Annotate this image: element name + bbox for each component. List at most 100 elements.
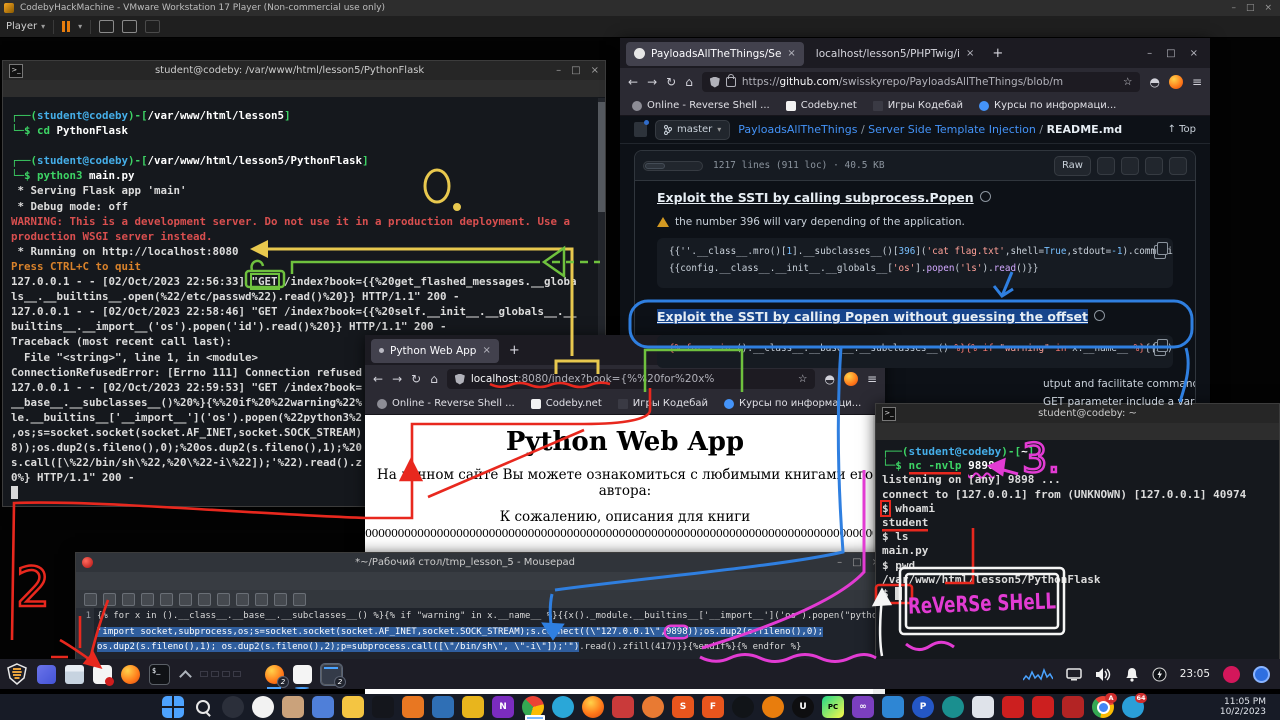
suspend-vm-button[interactable] (62, 21, 70, 32)
suspend-dropdown-icon[interactable]: ▾ (78, 22, 82, 31)
app-red-tool[interactable] (612, 696, 634, 718)
maximize-button[interactable]: □ (571, 65, 580, 76)
app-edge[interactable] (552, 696, 574, 718)
breadcrumb[interactable]: PayloadsAllTheThings / Server Side Templ… (738, 123, 1122, 136)
workspace-button[interactable] (233, 671, 241, 677)
branch-selector[interactable]: master▾ (655, 120, 730, 140)
toolbar-icon[interactable] (84, 593, 97, 606)
fullscreen-icon[interactable] (122, 20, 137, 33)
reload-icon[interactable]: ↻ (411, 372, 421, 386)
terminal-output[interactable]: ┌──(student@codeby)-[~]└─$ nc -nvlp 9898… (875, 440, 1280, 661)
minimize-button[interactable]: – (1147, 48, 1152, 59)
code-block-popen[interactable]: {% for x in ().__class__.__base__.__subc… (657, 335, 1173, 368)
url-bar[interactable]: https://github.com/swisskyrepo/PayloadsA… (702, 72, 1141, 92)
app-firefox[interactable] (582, 696, 604, 718)
minimize-button[interactable]: – (837, 557, 842, 568)
mousepad-titlebar[interactable]: *~/Рабочий стол/tmp_lesson_5 - Mousepad … (75, 552, 887, 572)
app-orange-f[interactable]: F (702, 696, 724, 718)
app-unreal[interactable]: U (792, 696, 814, 718)
anchor-link-icon[interactable] (980, 191, 991, 202)
app-file-explorer[interactable] (342, 696, 364, 718)
app-unity[interactable] (732, 696, 754, 718)
app-chrome-profile[interactable]: A (1092, 696, 1114, 718)
terminal-titlebar[interactable]: >_ student@codeby: /var/www/html/lesson5… (2, 60, 606, 80)
tracking-shield-icon[interactable] (455, 374, 465, 385)
taskbar-start-button[interactable] (162, 696, 184, 718)
kali-clock[interactable]: 23:05 (1180, 668, 1210, 680)
back-icon[interactable]: ← (628, 75, 638, 89)
taskbar-search-button[interactable] (192, 696, 214, 718)
maximize-button[interactable]: □ (852, 557, 861, 568)
bookmark-item[interactable]: Online - Reverse Shell ... (377, 398, 515, 409)
player-menu[interactable]: Player▾ (6, 21, 45, 32)
firefox-launcher-icon[interactable] (121, 665, 140, 684)
app-menu-icon[interactable]: ≡ (1192, 75, 1202, 89)
view-tab[interactable] (665, 164, 683, 168)
app-pycharm[interactable]: PC (822, 696, 844, 718)
copy-raw-icon[interactable] (1097, 157, 1115, 175)
app-carrot[interactable] (642, 696, 664, 718)
copy-code-icon[interactable] (1154, 342, 1166, 356)
workspace-button[interactable] (222, 671, 230, 677)
back-icon[interactable]: ← (373, 372, 383, 386)
app-virtualbox[interactable] (432, 696, 454, 718)
forward-icon[interactable]: → (392, 372, 402, 386)
vmware-minimize-button[interactable]: – (1231, 3, 1236, 13)
toolbar-icon[interactable] (293, 593, 306, 606)
app-visual-studio[interactable]: ∞ (852, 696, 874, 718)
app-chrome[interactable] (522, 696, 544, 718)
ssti-subprocess-heading[interactable]: Exploit the SSTI by calling subprocess.P… (657, 190, 974, 205)
app-gitkraken[interactable] (942, 696, 964, 718)
firefox-account-icon[interactable] (1169, 75, 1183, 89)
payload-text[interactable]: {% for x in ().__class__.__base__.__subc… (94, 608, 886, 659)
vmware-maximize-button[interactable]: □ (1246, 3, 1255, 13)
kali-menu-icon[interactable] (6, 663, 28, 685)
toolbar-icon[interactable] (217, 593, 230, 606)
notifications-bell-icon[interactable] (1125, 667, 1139, 682)
bookmark-star-icon[interactable]: ☆ (1123, 76, 1132, 88)
ssti-popen-heading[interactable]: Exploit the SSTI by calling Popen withou… (657, 309, 1088, 324)
bookmark-item[interactable]: Codeby.net (531, 398, 602, 409)
send-ctrl-alt-del-icon[interactable] (99, 20, 114, 33)
workspace-button[interactable] (211, 671, 219, 677)
mousepad-editor[interactable]: 1 {% for x in ().__class__.__base__.__su… (75, 608, 887, 660)
toolbar-icon[interactable] (122, 593, 135, 606)
tab-payloadsallthethings[interactable]: PayloadsAllTheThings/Se × (626, 42, 804, 66)
tab-close-icon[interactable]: × (787, 48, 795, 59)
terminal-launcher-icon[interactable] (149, 664, 170, 685)
cpu-graph-icon[interactable] (1023, 666, 1053, 682)
maximize-button[interactable]: □ (1166, 48, 1175, 59)
new-tab-button[interactable]: + (986, 46, 1009, 61)
screen-lock-icon[interactable] (1223, 666, 1240, 683)
tab-localhost-phptwig[interactable]: localhost/lesson5/PHPTwig/i × (808, 42, 983, 66)
view-tab[interactable] (645, 163, 665, 169)
bookmark-item[interactable]: Online - Reverse Shell ... (632, 100, 770, 111)
app-yellow-arrows[interactable] (462, 696, 484, 718)
app-telegram[interactable]: 64 (1122, 696, 1144, 718)
running-mousepad-button[interactable] (293, 665, 312, 684)
toolbar-icon[interactable] (103, 593, 116, 606)
app-red-toolbox[interactable] (1062, 696, 1084, 718)
app-calendar[interactable] (312, 696, 334, 718)
outline-icon[interactable] (1169, 157, 1187, 175)
pocket-icon[interactable]: ◓ (1149, 75, 1159, 89)
app-kali-tools[interactable] (972, 696, 994, 718)
tab-python-web-app[interactable]: Python Web App × (371, 339, 499, 363)
bookmark-item[interactable]: Codeby.net (786, 100, 857, 111)
running-firefox-button[interactable]: 2 (265, 665, 284, 684)
app-blue-p[interactable]: P (912, 696, 934, 718)
windows-clock[interactable]: 11:05 PM 10/2/2023 (1220, 697, 1280, 717)
display-icon[interactable] (1066, 668, 1082, 681)
workspace-button[interactable] (200, 671, 208, 677)
home-icon[interactable]: ⌂ (685, 75, 693, 89)
app-red-gear-2[interactable] (1032, 696, 1054, 718)
power-manager-icon[interactable] (1152, 667, 1167, 682)
app-onenote[interactable]: N (492, 696, 514, 718)
file-tree-icon[interactable] (634, 122, 647, 137)
app-orange-s[interactable]: S (672, 696, 694, 718)
top-link[interactable]: ↑ Top (1168, 124, 1196, 135)
app-gauge[interactable] (222, 696, 244, 718)
app-slack[interactable] (252, 696, 274, 718)
session-icon[interactable] (1253, 666, 1270, 683)
panel-expand-icon[interactable] (179, 668, 191, 680)
